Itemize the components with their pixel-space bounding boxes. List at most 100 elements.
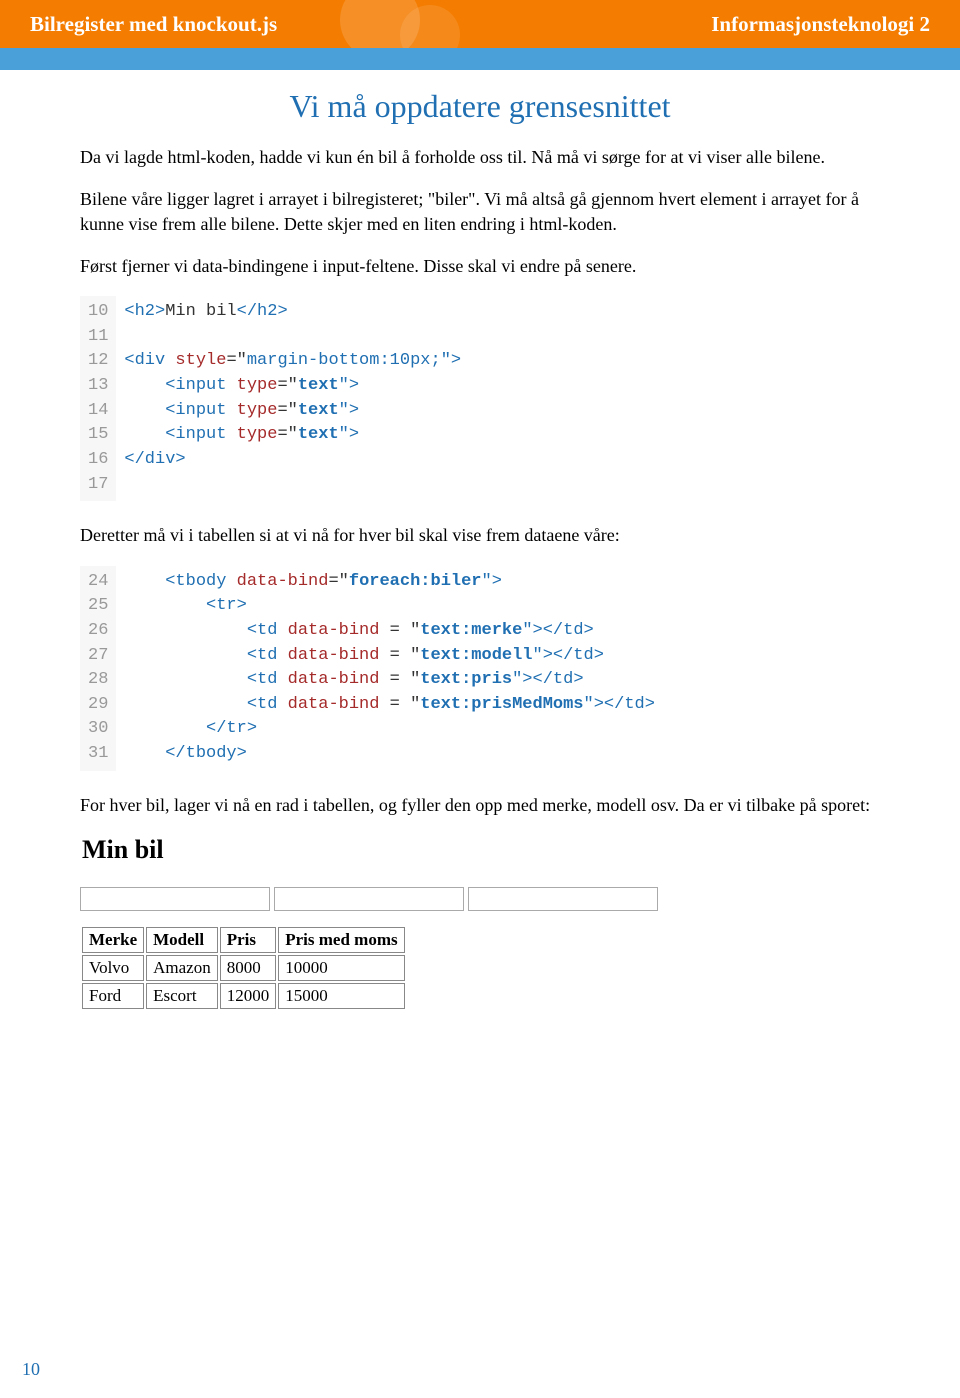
cell-pris-moms: 15000 xyxy=(278,983,404,1009)
cell-pris: 8000 xyxy=(220,955,277,981)
code-token: text xyxy=(298,401,339,420)
example-input-3[interactable] xyxy=(468,887,658,911)
code-token: <div xyxy=(124,351,175,370)
input-row xyxy=(80,887,880,911)
paragraph: Først fjerner vi data-bindingene i input… xyxy=(80,254,880,278)
header-accent-bar xyxy=(0,48,960,70)
code-snippet-1: 10 11 12 13 14 15 16 17 <h2>Min bil</h2>… xyxy=(80,296,880,501)
code-token: "></td> xyxy=(522,621,593,640)
code-token: <input xyxy=(165,376,236,395)
paragraph: Bilene våre ligger lagret i arrayet i bi… xyxy=(80,187,880,236)
line-number: 28 xyxy=(88,668,108,693)
code-token: <td xyxy=(247,621,288,640)
col-pris-med-moms: Pris med moms xyxy=(278,927,404,953)
code-token: data-bind xyxy=(288,670,380,689)
line-number: 16 xyxy=(88,448,108,473)
cell-pris-moms: 10000 xyxy=(278,955,404,981)
code-token: </div> xyxy=(124,450,185,469)
table-header-row: Merke Modell Pris Pris med moms xyxy=(82,927,405,953)
code-token: "></td> xyxy=(584,695,655,714)
code-token: <tr> xyxy=(206,596,247,615)
code-token: text:pris xyxy=(420,670,512,689)
code-token: "> xyxy=(482,572,502,591)
code-token: =" xyxy=(328,572,348,591)
code-token: = " xyxy=(379,621,420,640)
code-token: </tbody> xyxy=(165,744,247,763)
code-token: data-bind xyxy=(288,695,380,714)
code-token: =" xyxy=(277,425,297,444)
paragraph: Da vi lagde html-koden, hadde vi kun én … xyxy=(80,145,880,169)
col-merke: Merke xyxy=(82,927,144,953)
line-number: 25 xyxy=(88,594,108,619)
code-token: = " xyxy=(379,670,420,689)
cell-merke: Volvo xyxy=(82,955,144,981)
code-token: foreach:biler xyxy=(349,572,482,591)
code-token: type xyxy=(237,376,278,395)
col-modell: Modell xyxy=(146,927,218,953)
code-token: type xyxy=(237,425,278,444)
code-token: <tbody xyxy=(165,572,236,591)
code-token: </h2> xyxy=(237,302,288,321)
code-token: </tr> xyxy=(206,719,257,738)
page-number: 10 xyxy=(22,1359,40,1380)
cell-merke: Ford xyxy=(82,983,144,1009)
code-snippet-2: 24 25 26 27 28 29 30 31 <tbody data-bind… xyxy=(80,566,880,771)
example-heading: Min bil xyxy=(82,835,880,865)
rendered-example: Min bil Merke Modell Pris Pris med moms … xyxy=(80,835,880,1011)
col-pris: Pris xyxy=(220,927,277,953)
line-number: 26 xyxy=(88,619,108,644)
example-input-1[interactable] xyxy=(80,887,270,911)
code-token: Min bil xyxy=(165,302,236,321)
cell-pris: 12000 xyxy=(220,983,277,1009)
table-row: Ford Escort 12000 15000 xyxy=(82,983,405,1009)
code-token: =" xyxy=(277,376,297,395)
line-number: 11 xyxy=(88,325,108,350)
code-token: =" xyxy=(277,401,297,420)
line-number-gutter: 10 11 12 13 14 15 16 17 xyxy=(80,296,116,501)
code-token: type xyxy=(237,401,278,420)
paragraph: For hver bil, lager vi nå en rad i tabel… xyxy=(80,793,880,817)
code-token: <input xyxy=(165,401,236,420)
line-number-gutter: 24 25 26 27 28 29 30 31 xyxy=(80,566,116,771)
code-token: "></td> xyxy=(533,646,604,665)
line-number: 30 xyxy=(88,717,108,742)
result-table: Merke Modell Pris Pris med moms Volvo Am… xyxy=(80,925,407,1011)
cell-modell: Escort xyxy=(146,983,218,1009)
paragraph: Deretter må vi i tabellen si at vi nå fo… xyxy=(80,523,880,547)
code-token: =" xyxy=(226,351,246,370)
line-number: 13 xyxy=(88,374,108,399)
cell-modell: Amazon xyxy=(146,955,218,981)
code-body: <h2>Min bil</h2> <div style="margin-bott… xyxy=(116,296,469,501)
code-token: "></td> xyxy=(512,670,583,689)
line-number: 14 xyxy=(88,399,108,424)
code-token: text:prisMedMoms xyxy=(420,695,583,714)
line-number: 12 xyxy=(88,349,108,374)
code-token: text xyxy=(298,376,339,395)
line-number: 17 xyxy=(88,473,108,498)
code-body: <tbody data-bind="foreach:biler"> <tr> <… xyxy=(116,566,663,771)
code-token: data-bind xyxy=(288,646,380,665)
line-number: 29 xyxy=(88,693,108,718)
example-input-2[interactable] xyxy=(274,887,464,911)
code-token: = " xyxy=(379,646,420,665)
code-token: "> xyxy=(339,401,359,420)
page-header: Bilregister med knockout.js Informasjons… xyxy=(0,0,960,48)
header-right-title: Informasjonsteknologi 2 xyxy=(711,12,930,37)
code-token: text:merke xyxy=(420,621,522,640)
section-heading: Vi må oppdatere grensesnittet xyxy=(80,88,880,125)
code-token: margin-bottom:10px; xyxy=(247,351,441,370)
code-token: "> xyxy=(339,425,359,444)
code-token: = " xyxy=(379,695,420,714)
header-left-title: Bilregister med knockout.js xyxy=(30,12,277,37)
code-token: data-bind xyxy=(237,572,329,591)
code-token: <td xyxy=(247,646,288,665)
code-token: <td xyxy=(247,695,288,714)
page-content: Vi må oppdatere grensesnittet Da vi lagd… xyxy=(0,70,960,1011)
line-number: 24 xyxy=(88,570,108,595)
line-number: 15 xyxy=(88,423,108,448)
table-row: Volvo Amazon 8000 10000 xyxy=(82,955,405,981)
line-number: 10 xyxy=(88,300,108,325)
code-token: "> xyxy=(339,376,359,395)
code-token: <input xyxy=(165,425,236,444)
code-token: "> xyxy=(441,351,461,370)
